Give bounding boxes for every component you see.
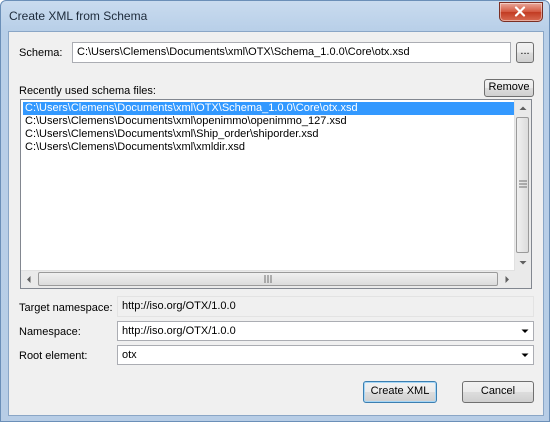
scroll-left-icon[interactable] bbox=[21, 271, 37, 288]
list-item[interactable]: C:\Users\Clemens\Documents\xml\Ship_orde… bbox=[23, 128, 320, 141]
browse-button[interactable]: ... bbox=[516, 42, 534, 63]
grip-icon bbox=[519, 180, 527, 188]
root-element-select[interactable]: otx bbox=[117, 345, 534, 365]
title-bar[interactable]: Create XML from Schema bbox=[1, 1, 549, 31]
target-namespace-label: Target namespace: bbox=[19, 302, 113, 314]
list-item[interactable]: C:\Users\Clemens\Documents\xml\openimmo\… bbox=[23, 115, 349, 128]
chevron-down-icon[interactable] bbox=[517, 346, 533, 364]
vertical-scroll-thumb[interactable] bbox=[516, 117, 529, 253]
scroll-down-icon[interactable] bbox=[515, 254, 531, 271]
create-xml-button[interactable]: Create XML bbox=[363, 381, 437, 403]
scroll-up-icon[interactable] bbox=[515, 100, 531, 117]
close-button[interactable] bbox=[499, 2, 543, 22]
horizontal-scroll-thumb[interactable] bbox=[38, 272, 498, 286]
horizontal-scrollbar[interactable] bbox=[21, 270, 515, 288]
remove-button[interactable]: Remove bbox=[484, 79, 534, 97]
chevron-down-icon[interactable] bbox=[517, 322, 533, 340]
schema-path-input[interactable]: C:\Users\Clemens\Documents\xml\OTX\Schem… bbox=[72, 42, 511, 63]
namespace-select[interactable]: http://iso.org/OTX/1.0.0 bbox=[117, 321, 534, 341]
target-namespace-value: http://iso.org/OTX/1.0.0 bbox=[117, 296, 534, 317]
dialog-window: Create XML from Schema Schema: C:\Users\… bbox=[0, 0, 550, 422]
window-title: Create XML from Schema bbox=[9, 9, 148, 23]
close-icon bbox=[514, 6, 526, 17]
dialog-content: Schema: C:\Users\Clemens\Documents\xml\O… bbox=[8, 31, 544, 416]
recent-files-label: Recently used schema files: bbox=[19, 85, 156, 97]
namespace-selected-value: http://iso.org/OTX/1.0.0 bbox=[122, 325, 236, 337]
scrollbar-corner bbox=[515, 271, 531, 288]
root-element-label: Root element: bbox=[19, 350, 88, 362]
scroll-right-icon[interactable] bbox=[499, 271, 515, 288]
root-element-selected-value: otx bbox=[122, 349, 137, 361]
cancel-button[interactable]: Cancel bbox=[462, 381, 534, 403]
list-item[interactable]: C:\Users\Clemens\Documents\xml\OTX\Schem… bbox=[23, 102, 517, 115]
grip-icon bbox=[264, 275, 272, 283]
recent-files-list[interactable]: C:\Users\Clemens\Documents\xml\OTX\Schem… bbox=[20, 99, 532, 289]
list-item[interactable]: C:\Users\Clemens\Documents\xml\xmldir.xs… bbox=[23, 141, 247, 154]
vertical-scrollbar[interactable] bbox=[514, 100, 531, 271]
schema-label: Schema: bbox=[19, 47, 63, 59]
namespace-label: Namespace: bbox=[19, 326, 81, 338]
